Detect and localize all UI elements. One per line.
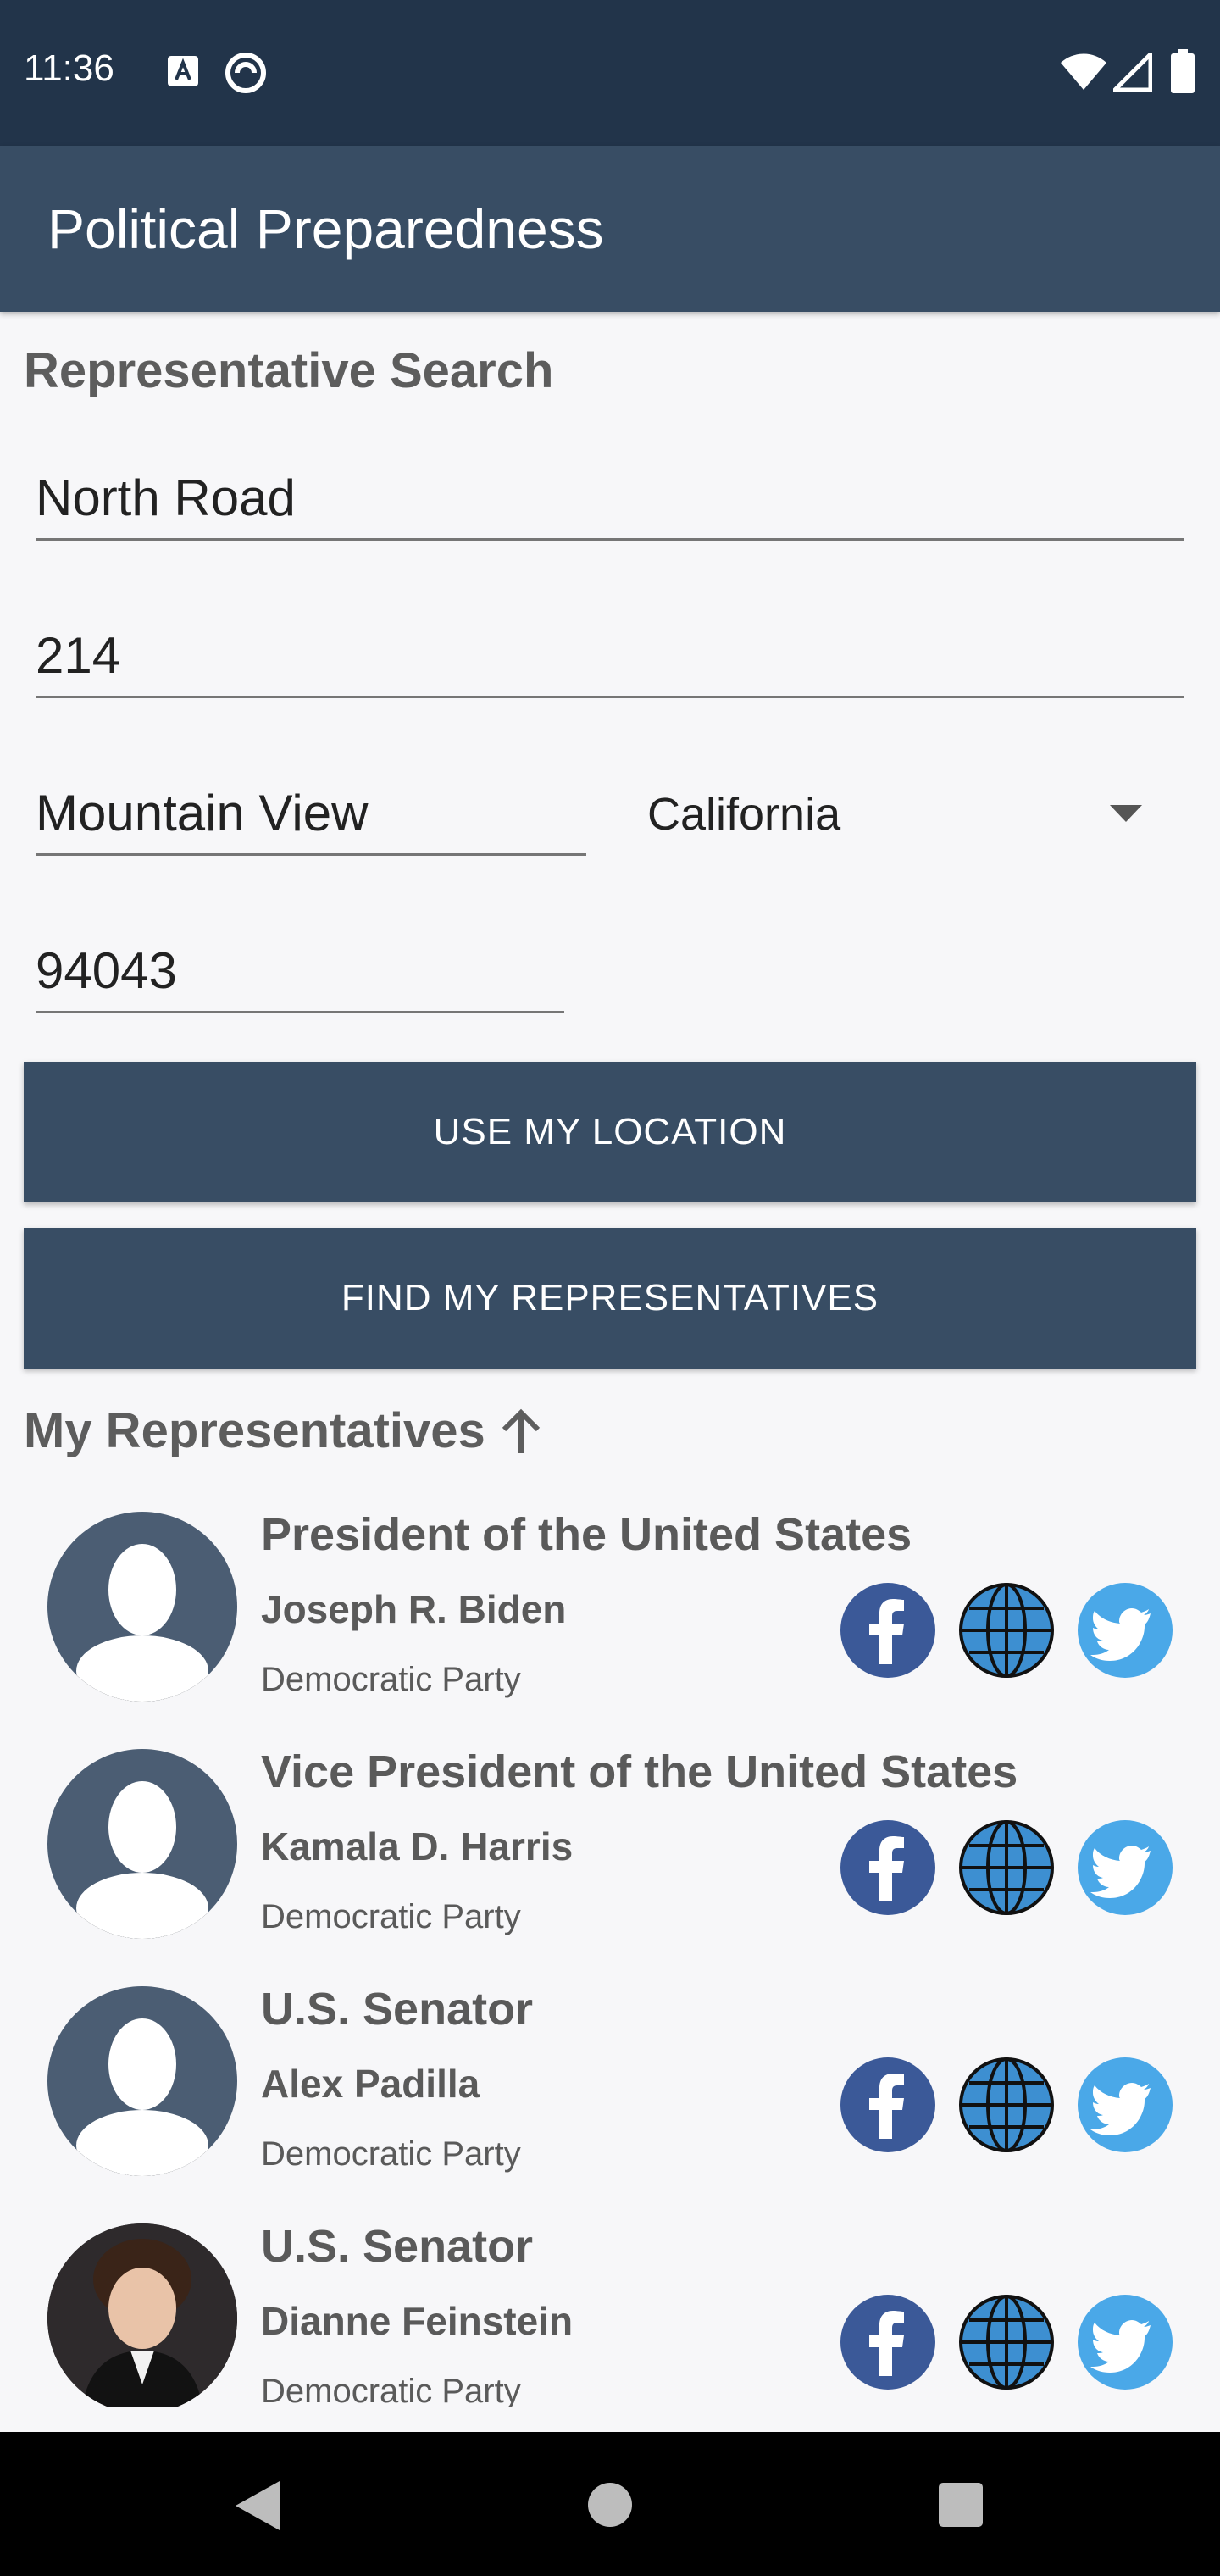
avatar xyxy=(47,1986,237,2176)
address-line2-field[interactable]: 214 xyxy=(36,598,1184,698)
list-item[interactable]: U.S. Senator Dianne Feinstein Democratic… xyxy=(0,2203,1220,2407)
rep-name: Dianne Feinstein xyxy=(261,2299,574,2343)
rep-party: Democratic Party xyxy=(261,1661,521,1698)
profile-placeholder-icon xyxy=(76,1781,208,1939)
profile-placeholder-icon xyxy=(76,2018,208,2176)
facebook-icon[interactable] xyxy=(840,1583,935,1678)
address-line2-value: 214 xyxy=(36,627,121,684)
city-field[interactable]: Mountain View xyxy=(36,756,586,856)
avatar xyxy=(47,2223,237,2407)
keyboard-notification-icon xyxy=(168,56,198,86)
rep-name: Kamala D. Harris xyxy=(261,1824,574,1868)
rep-office: Vice President of the United States xyxy=(261,1746,1018,1797)
state-value: California xyxy=(647,789,841,840)
globe-icon[interactable] xyxy=(959,1583,1054,1678)
facebook-icon[interactable] xyxy=(840,2295,935,2390)
back-icon[interactable] xyxy=(229,2476,288,2535)
dropdown-arrow-icon xyxy=(1110,805,1142,822)
twitter-icon[interactable] xyxy=(1078,2295,1173,2390)
rep-party: Democratic Party xyxy=(261,2135,521,2173)
twitter-icon[interactable] xyxy=(1078,1820,1173,1915)
representatives-header: My Representatives xyxy=(24,1402,545,1459)
battery-icon xyxy=(1171,49,1195,93)
zip-underline xyxy=(36,1011,564,1013)
sync-notification-icon xyxy=(225,53,266,93)
zip-field[interactable]: 94043 xyxy=(36,913,564,1013)
facebook-icon[interactable] xyxy=(840,2057,935,2152)
rep-name: Alex Padilla xyxy=(261,2062,480,2106)
wifi-icon xyxy=(1061,53,1106,90)
globe-icon[interactable] xyxy=(959,2057,1054,2152)
list-item[interactable]: Vice President of the United States Kama… xyxy=(0,1729,1220,1966)
status-time: 11:36 xyxy=(24,47,114,89)
city-value: Mountain View xyxy=(36,785,369,841)
representatives-title: My Representatives xyxy=(24,1403,485,1458)
app-bar: Political Preparedness xyxy=(0,146,1220,312)
address-line1-value: North Road xyxy=(36,469,296,526)
avatar xyxy=(47,1749,237,1939)
globe-icon[interactable] xyxy=(959,2295,1054,2390)
list-item[interactable]: U.S. Senator Alex Padilla Democratic Par… xyxy=(0,1966,1220,2203)
status-bar: 11:36 xyxy=(0,0,1220,146)
avatar xyxy=(47,1512,237,1702)
facebook-icon[interactable] xyxy=(840,1820,935,1915)
list-item[interactable]: President of the United States Joseph R.… xyxy=(0,1491,1220,1729)
address-line1-field[interactable]: North Road xyxy=(36,441,1184,541)
rep-office: U.S. Senator xyxy=(261,1984,534,2035)
address-line2-underline xyxy=(36,696,1184,698)
address-line1-underline xyxy=(36,538,1184,541)
city-underline xyxy=(36,853,586,856)
cell-signal-icon xyxy=(1113,53,1152,92)
search-section-title: Representative Search xyxy=(24,343,554,398)
recents-icon[interactable] xyxy=(937,2481,984,2529)
find-my-representatives-button[interactable]: FIND MY REPRESENTATIVES xyxy=(24,1228,1196,1368)
representatives-list[interactable]: President of the United States Joseph R.… xyxy=(0,1491,1220,2407)
app-title: Political Preparedness xyxy=(47,197,604,260)
home-icon[interactable] xyxy=(585,2479,635,2530)
twitter-icon[interactable] xyxy=(1078,2057,1173,2152)
navigation-bar xyxy=(0,2432,1220,2576)
rep-office: President of the United States xyxy=(261,1509,912,1560)
rep-office: U.S. Senator xyxy=(261,2221,534,2272)
rep-party: Democratic Party xyxy=(261,1898,521,1935)
globe-icon[interactable] xyxy=(959,1820,1054,1915)
rep-name: Joseph R. Biden xyxy=(261,1587,567,1631)
arrow-up-icon xyxy=(502,1408,540,1453)
profile-placeholder-icon xyxy=(76,1544,208,1702)
twitter-icon[interactable] xyxy=(1078,1583,1173,1678)
profile-photo xyxy=(47,2223,237,2407)
use-my-location-button[interactable]: USE MY LOCATION xyxy=(24,1062,1196,1202)
zip-value: 94043 xyxy=(36,942,177,999)
rep-party: Democratic Party xyxy=(261,2373,521,2407)
